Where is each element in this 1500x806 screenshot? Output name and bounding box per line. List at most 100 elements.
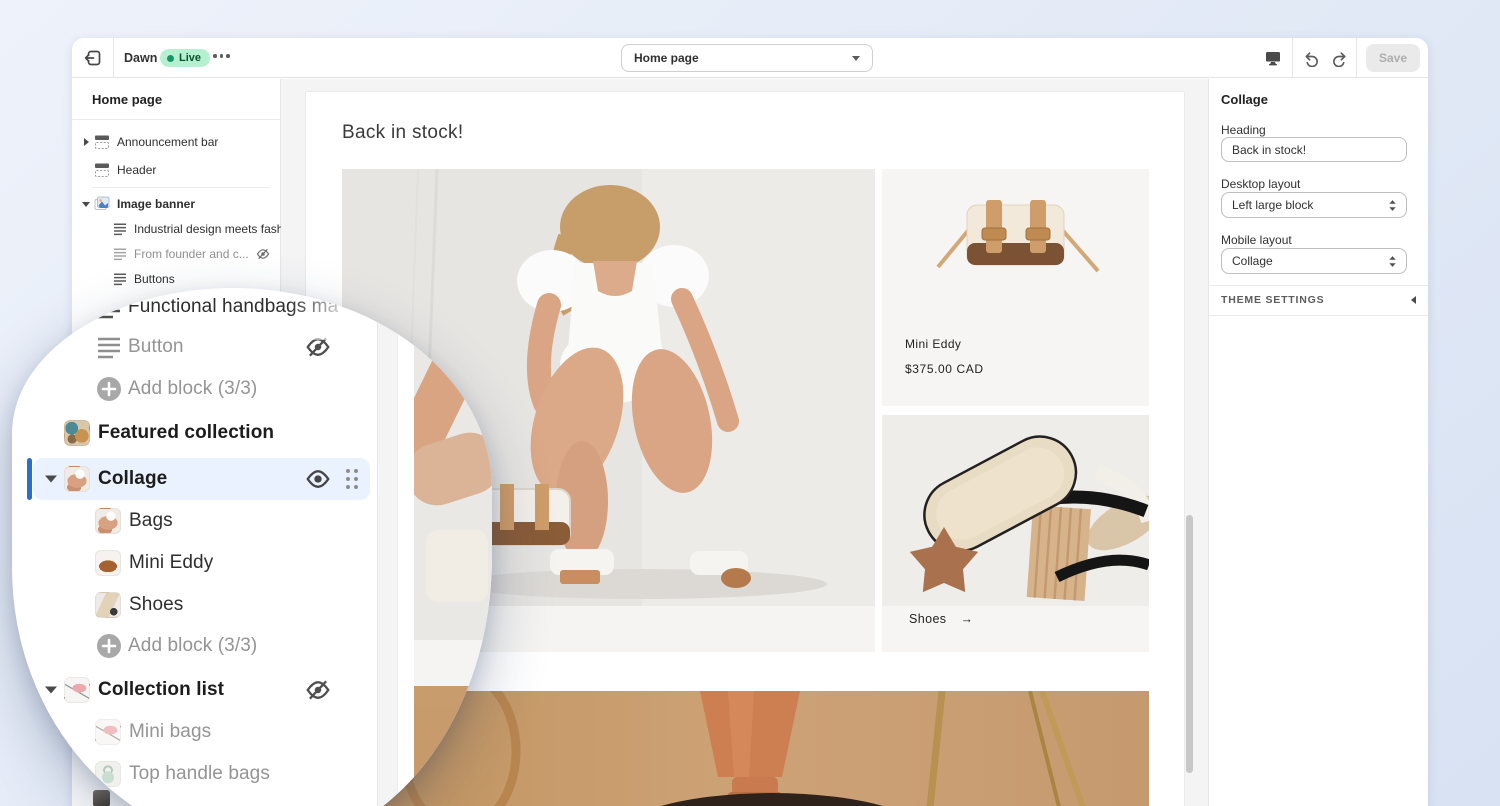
text-block-icon bbox=[113, 222, 127, 236]
sidebar-block-industrial-design[interactable]: Industrial design meets fashi... bbox=[72, 216, 280, 242]
block-thumbnail bbox=[95, 550, 121, 576]
sidebar-item-header[interactable]: Header bbox=[72, 157, 280, 183]
tree-section-label: Featured collection bbox=[98, 422, 274, 444]
live-badge: Live bbox=[160, 49, 210, 67]
collection-link-label: Shoes bbox=[909, 612, 946, 626]
tree-section-label: Collage bbox=[98, 468, 167, 490]
section-thumbnail bbox=[64, 420, 90, 446]
tree-block-mini-bags[interactable]: Mini bags bbox=[12, 711, 377, 753]
tree-item-label: Button bbox=[128, 336, 184, 358]
tree-item-label: Functional handbags ma bbox=[128, 296, 338, 318]
more-options-button[interactable] bbox=[213, 54, 230, 58]
sidebar-item-label: Industrial design meets fashi... bbox=[134, 222, 296, 236]
undo-button[interactable] bbox=[1303, 49, 1321, 67]
top-bar: Dawn Live Home page bbox=[72, 38, 1428, 78]
page-selector-dropdown[interactable]: Home page bbox=[621, 44, 873, 72]
dot-icon bbox=[226, 54, 230, 58]
drag-handle-icon[interactable] bbox=[344, 468, 360, 490]
heading-input[interactable] bbox=[1221, 137, 1407, 162]
collection-card-shoes[interactable]: Shoes → bbox=[882, 415, 1149, 652]
editor-window: Dawn Live Home page bbox=[72, 38, 1428, 806]
collage-section-heading: Back in stock! bbox=[342, 122, 463, 144]
tree-section-collection-list[interactable]: Collection list bbox=[12, 669, 377, 711]
exit-editor-button[interactable] bbox=[83, 48, 103, 68]
image-banner-icon bbox=[94, 196, 110, 212]
text-block-icon bbox=[96, 334, 122, 360]
caret-down-icon[interactable] bbox=[44, 685, 58, 695]
tree-item-label: Bags bbox=[129, 510, 173, 532]
header-section-icon bbox=[94, 162, 110, 178]
theme-settings-label: THEME SETTINGS bbox=[1221, 294, 1324, 306]
magnifier-lens: Functional handbags ma Button bbox=[12, 288, 492, 806]
plus-circle-icon bbox=[96, 633, 122, 659]
magnified-label-strip bbox=[414, 640, 492, 686]
sidebar-item-label: From founder and c... bbox=[134, 247, 249, 261]
arrow-right-icon: → bbox=[960, 612, 973, 626]
tree-block-top-handle-bags[interactable]: Top handle bags bbox=[12, 753, 377, 795]
product-card-mini-eddy[interactable]: Mini Eddy $375.00 CAD bbox=[882, 169, 1149, 406]
eye-slash-icon[interactable] bbox=[305, 334, 331, 360]
block-thumbnail bbox=[95, 719, 121, 745]
desktop-layout-value: Left large block bbox=[1232, 198, 1313, 212]
caret-down-icon[interactable] bbox=[44, 474, 58, 484]
block-thumbnail bbox=[95, 508, 121, 534]
save-button[interactable]: Save bbox=[1366, 44, 1420, 72]
collapse-left-icon bbox=[1411, 296, 1416, 304]
sidebar-item-label: Image banner bbox=[117, 197, 195, 211]
divider bbox=[72, 119, 280, 120]
tree-block-bags[interactable]: Bags bbox=[12, 500, 377, 542]
desktop-layout-select[interactable]: Left large block bbox=[1221, 192, 1407, 218]
tree-item-label: Mini Eddy bbox=[129, 552, 213, 574]
tree-item-label: Top handle bags bbox=[129, 763, 270, 785]
eye-slash-icon[interactable] bbox=[305, 677, 331, 703]
caret-down-icon[interactable] bbox=[82, 200, 90, 208]
undo-icon bbox=[1303, 49, 1321, 67]
live-dot-icon bbox=[167, 55, 174, 62]
add-block-button[interactable]: Add block (3/3) bbox=[12, 625, 377, 667]
block-thumbnail bbox=[95, 592, 121, 618]
tree-section-collage[interactable]: Collage bbox=[12, 458, 377, 500]
theme-settings-toggle[interactable]: THEME SETTINGS bbox=[1221, 285, 1416, 315]
sidebar-item-label: Announcement bar bbox=[117, 135, 218, 149]
text-block-icon bbox=[113, 272, 127, 286]
mobile-layout-select[interactable]: Collage bbox=[1221, 248, 1407, 274]
tree-item-button[interactable]: Button bbox=[12, 326, 377, 368]
shopify-theme-editor: Dawn Live Home page bbox=[0, 0, 1500, 806]
sidebar-item-image-banner[interactable]: Image banner bbox=[72, 191, 280, 217]
text-block-icon bbox=[96, 294, 122, 320]
mobile-layout-label: Mobile layout bbox=[1221, 233, 1292, 247]
shoes-photo bbox=[882, 415, 1149, 606]
tree-section-label: Collection list bbox=[98, 679, 224, 701]
collection-link[interactable]: Shoes → bbox=[909, 612, 973, 626]
tree-block-shoes[interactable]: Shoes bbox=[12, 584, 377, 626]
sidebar-item-label: Buttons bbox=[134, 272, 175, 286]
preview-scrollbar[interactable] bbox=[1186, 515, 1193, 773]
panel-title: Collage bbox=[1221, 92, 1268, 107]
exit-icon bbox=[83, 48, 103, 68]
heading-field-label: Heading bbox=[1221, 123, 1266, 137]
mini-eddy-bag-photo bbox=[882, 169, 1149, 329]
tree-section-featured-collection[interactable]: Featured collection bbox=[12, 412, 377, 454]
divider bbox=[1209, 315, 1428, 316]
topbar-divider bbox=[1292, 38, 1293, 78]
device-preview-button[interactable] bbox=[1264, 49, 1282, 67]
sidebar-title: Home page bbox=[92, 92, 162, 107]
sidebar-block-from-founder[interactable]: From founder and c... bbox=[72, 241, 280, 267]
caret-right-icon[interactable] bbox=[82, 138, 90, 146]
add-block-label: Add block (3/3) bbox=[128, 635, 257, 657]
product-title[interactable]: Mini Eddy bbox=[905, 337, 961, 351]
desktop-layout-label: Desktop layout bbox=[1221, 177, 1300, 191]
product-price: $375.00 CAD bbox=[905, 362, 984, 376]
stepper-icon bbox=[1388, 255, 1397, 268]
redo-button[interactable] bbox=[1330, 49, 1348, 67]
magnified-next-section bbox=[414, 686, 492, 806]
add-block-button[interactable]: Add block (3/3) bbox=[12, 368, 377, 410]
eye-icon[interactable] bbox=[305, 466, 331, 492]
tree-block-mini-eddy[interactable]: Mini Eddy bbox=[12, 542, 377, 584]
topbar-divider bbox=[1356, 38, 1357, 78]
sidebar-item-announcement-bar[interactable]: Announcement bar bbox=[72, 129, 280, 155]
add-block-label: Add block (3/3) bbox=[128, 378, 257, 400]
tree-item-functional-handbags[interactable]: Functional handbags ma bbox=[12, 288, 377, 328]
monitor-icon bbox=[1264, 49, 1282, 67]
eye-slash-icon[interactable] bbox=[256, 247, 270, 261]
